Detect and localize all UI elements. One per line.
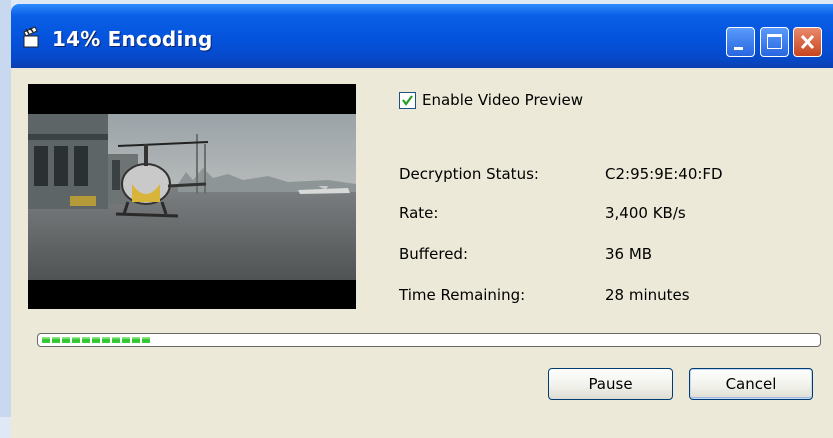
progress-fill [42,337,150,343]
minimize-button[interactable] [726,27,755,57]
video-frame [28,114,356,280]
stat-label-decryption: Decryption Status: [399,165,539,183]
stat-value-rate: 3,400 KB/s [605,204,686,222]
window-title: 14% Encoding [52,27,213,51]
title-bar[interactable]: 14% Encoding [11,4,833,68]
enable-preview-checkbox[interactable] [399,92,416,109]
progress-block [112,337,120,343]
maximize-button[interactable] [760,27,789,57]
progress-block [122,337,130,343]
close-icon [794,28,821,56]
clapperboard-icon [21,26,41,48]
progress-block [62,337,70,343]
progress-block [82,337,90,343]
progress-block [142,337,150,343]
stat-label-buffered: Buffered: [399,245,469,263]
progress-block [132,337,140,343]
desktop-edge [0,0,11,417]
maximize-icon [767,34,782,49]
enable-preview-label[interactable]: Enable Video Preview [422,91,583,109]
progress-block [42,337,50,343]
stat-value-decryption: C2:95:9E:40:FD [605,165,723,183]
close-button[interactable] [793,27,822,57]
checkmark-icon [402,95,413,106]
progress-block [102,337,110,343]
stat-value-buffered: 36 MB [605,245,653,263]
progress-block [92,337,100,343]
progress-block [72,337,80,343]
video-preview [28,84,356,309]
cancel-button[interactable]: Cancel [689,368,813,400]
minimize-icon [734,47,743,50]
encoding-progress-bar [37,333,821,347]
stat-label-rate: Rate: [399,204,439,222]
pause-button[interactable]: Pause [548,368,673,400]
stat-label-time-remaining: Time Remaining: [399,286,526,304]
stat-value-time-remaining: 28 minutes [605,286,690,304]
progress-block [52,337,60,343]
